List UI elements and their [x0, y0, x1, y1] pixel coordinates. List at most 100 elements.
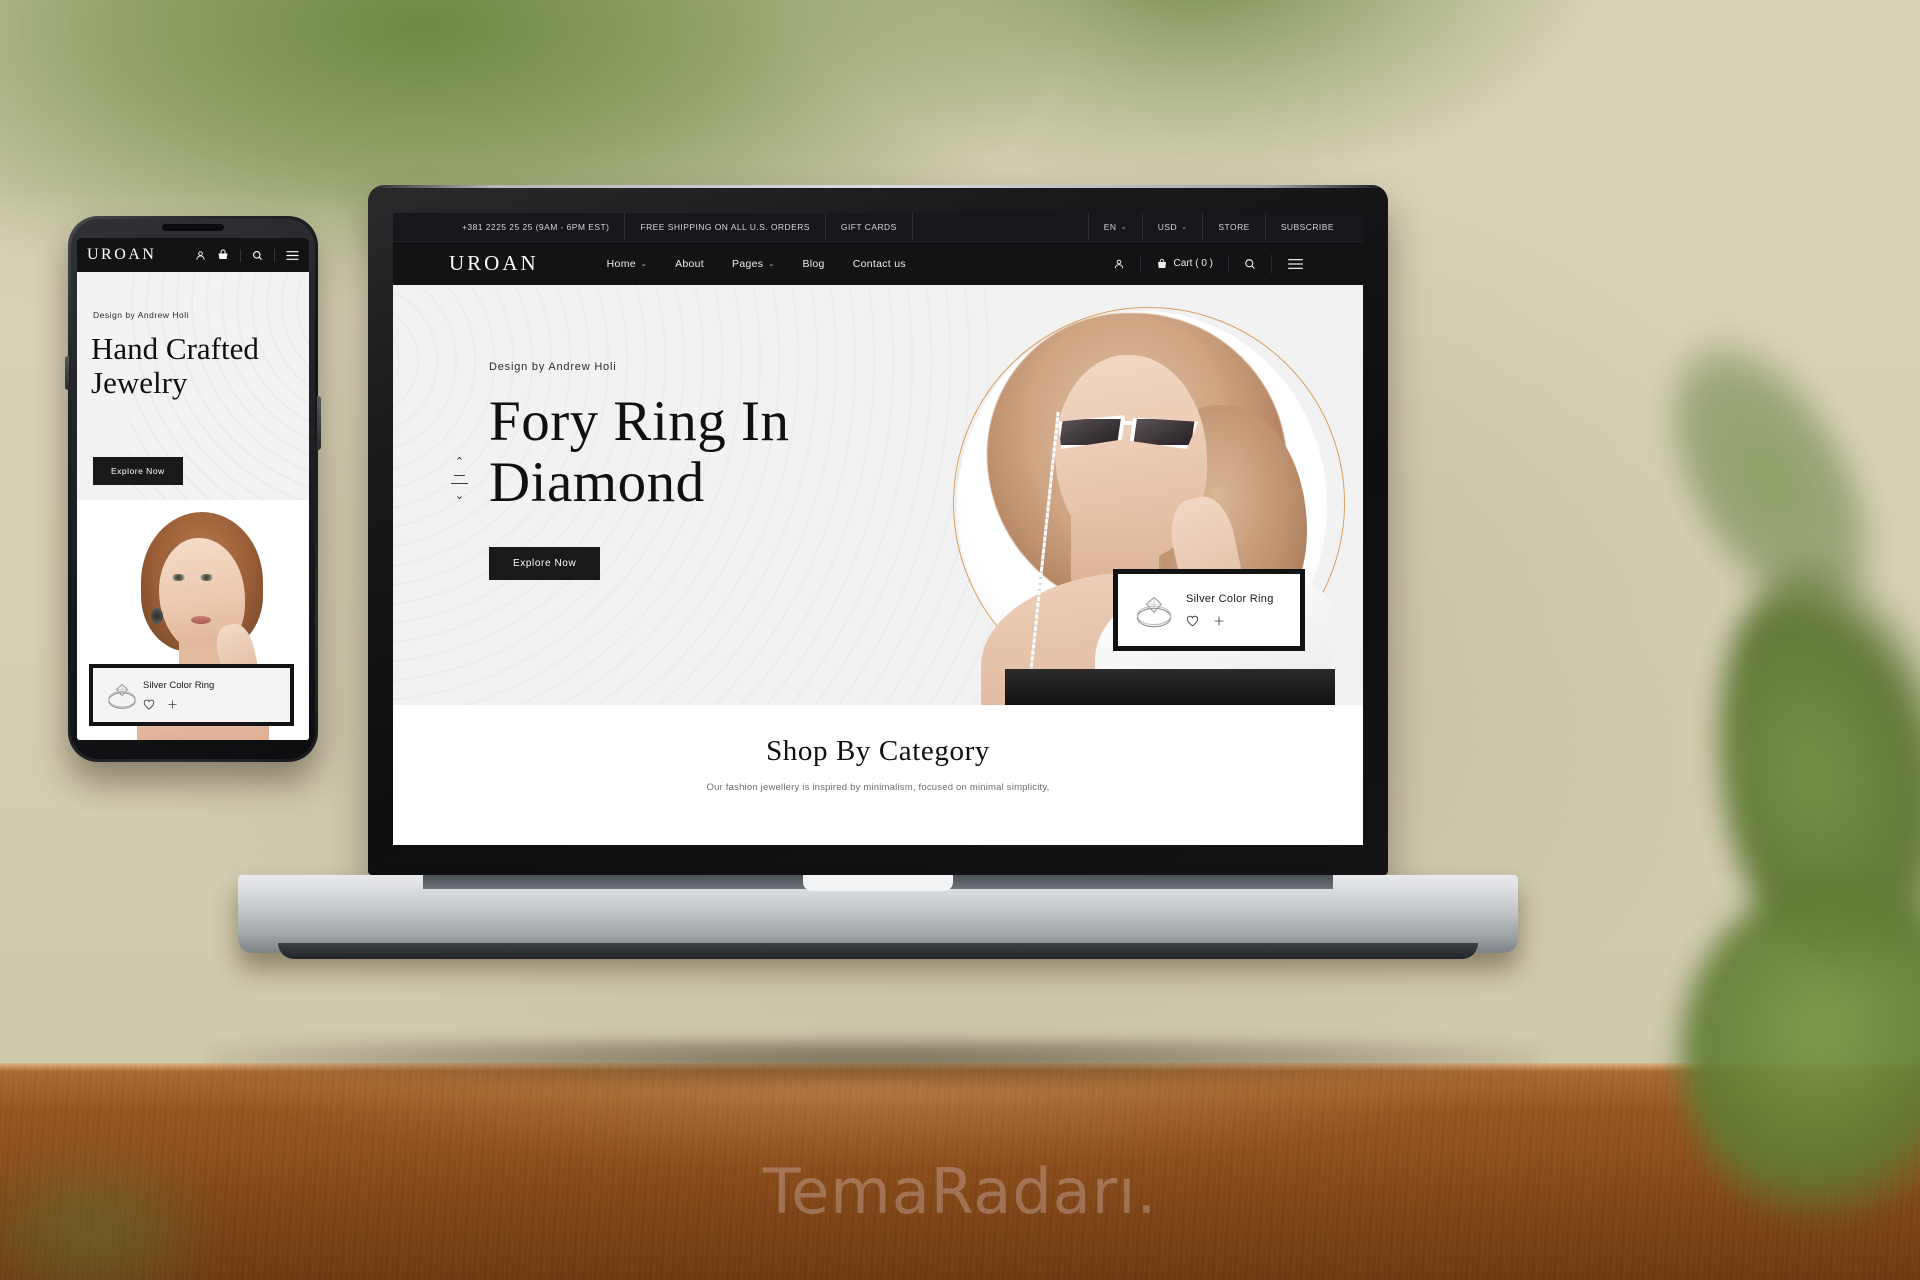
- nav-item-home[interactable]: Home ⌄: [607, 258, 647, 270]
- currency-selector[interactable]: USD ⌄: [1141, 213, 1203, 241]
- hero-kicker: Design by Andrew Holi: [489, 361, 617, 373]
- topbar-shipping[interactable]: FREE SHIPPING ON ALL U.S. ORDERS: [624, 213, 824, 241]
- user-icon[interactable]: [195, 250, 206, 261]
- chevron-down-icon: ⌄: [768, 260, 775, 268]
- phone-hero: Design by Andrew Holi Hand Crafted Jewel…: [77, 272, 309, 534]
- phone-product-info: Silver Color Ring: [143, 680, 214, 710]
- phone-power-button[interactable]: [317, 396, 321, 450]
- heart-icon[interactable]: [143, 699, 155, 710]
- product-name: Silver Color Ring: [1186, 593, 1274, 605]
- hero-content: Design by Andrew Holi Fory Ring In Diamo…: [489, 361, 790, 580]
- laptop-bottom-edge: [278, 943, 1478, 959]
- topbar-store-link[interactable]: STORE: [1202, 213, 1264, 241]
- diamond-ring-image: [101, 678, 143, 712]
- divider: [240, 248, 241, 262]
- phone-screen: UROAN Design by Andrew Holi Hand Crafted…: [77, 238, 309, 740]
- product-card[interactable]: Silver Color Ring: [1113, 569, 1305, 651]
- chevron-down-icon: ⌄: [1181, 224, 1188, 231]
- site-logo[interactable]: UROAN: [449, 251, 539, 276]
- laptop-front-notch: [803, 875, 953, 891]
- slider-indicator-2[interactable]: [451, 483, 468, 484]
- hero-image-area: Silver Color Ring: [893, 285, 1363, 705]
- plus-icon[interactable]: [167, 699, 178, 710]
- main-navigation: Home ⌄ About Pages ⌄ Blog Contact us: [607, 258, 906, 270]
- model-earring: [151, 608, 163, 624]
- section-subtitle: Our fashion jewellery is inspired by min…: [706, 782, 1050, 793]
- search-button[interactable]: [1228, 254, 1271, 273]
- phone-mockup: UROAN Design by Andrew Holi Hand Crafted…: [65, 216, 321, 762]
- laptop-base: [238, 875, 1518, 959]
- phone-volume-button[interactable]: [65, 356, 69, 390]
- topbar-gift-cards[interactable]: GIFT CARDS: [824, 213, 913, 241]
- phone-navbar: UROAN: [77, 238, 309, 272]
- phone-hero-title: Hand Crafted Jewelry: [91, 331, 259, 401]
- divider: [274, 248, 275, 262]
- language-label: EN: [1103, 222, 1117, 232]
- hero-section: ⌃ ⌄ Design by Andrew Holi Fory Ring In D…: [393, 285, 1363, 705]
- model-eye-right: [199, 574, 214, 581]
- language-selector[interactable]: EN ⌄: [1087, 213, 1142, 241]
- nav-item-about[interactable]: About: [675, 258, 704, 270]
- chevron-up-icon[interactable]: ⌃: [455, 457, 464, 468]
- hero-slider-controls: ⌃ ⌄: [451, 457, 468, 502]
- nav-item-blog[interactable]: Blog: [802, 258, 824, 270]
- topbar-left-group: +381 2225 25 25 (9AM - 6PM EST) FREE SHI…: [447, 213, 913, 241]
- chevron-down-icon: ⌄: [640, 260, 648, 268]
- website: +381 2225 25 25 (9AM - 6PM EST) FREE SHI…: [393, 213, 1363, 845]
- topbar-phone[interactable]: +381 2225 25 25 (9AM - 6PM EST): [447, 213, 624, 241]
- laptop-lid: +381 2225 25 25 (9AM - 6PM EST) FREE SHI…: [368, 185, 1388, 875]
- site-navbar: UROAN Home ⌄ About Pages ⌄ Blog Contact …: [393, 241, 1363, 285]
- phone-nav-icons: [195, 248, 299, 262]
- topbar-right-group: EN ⌄ USD ⌄ STORE SUBSCRIBE: [1087, 213, 1349, 241]
- heart-icon[interactable]: [1186, 615, 1199, 627]
- account-button[interactable]: [1098, 255, 1140, 273]
- phone-hero-title-line2: Jewelry: [91, 365, 188, 401]
- plus-icon[interactable]: [1213, 615, 1225, 627]
- slider-indicator-1[interactable]: [454, 475, 465, 476]
- hamburger-menu-icon: [1288, 258, 1303, 269]
- phone-hero-kicker: Design by Andrew Holi: [93, 310, 190, 320]
- nav-label: Blog: [802, 257, 825, 270]
- phone-product-actions: [143, 699, 214, 710]
- chevron-down-icon[interactable]: ⌄: [455, 491, 464, 502]
- menu-button[interactable]: [1271, 254, 1319, 273]
- laptop-screen: +381 2225 25 25 (9AM - 6PM EST) FREE SHI…: [393, 213, 1363, 845]
- hero-title: Fory Ring In Diamond: [489, 391, 790, 513]
- model-eye-left: [171, 574, 186, 581]
- shopping-bag-icon: [1157, 258, 1166, 268]
- model-black-garment: [1005, 669, 1335, 705]
- sunglasses-lens-left: [1055, 415, 1126, 449]
- hamburger-menu-icon[interactable]: [286, 250, 299, 261]
- diamond-ring-image: [1128, 587, 1180, 633]
- shopping-basket-icon[interactable]: [217, 249, 229, 261]
- nav-label: Contact us: [852, 257, 906, 270]
- hero-title-line1: Fory Ring In: [489, 390, 790, 453]
- phone-product-name: Silver Color Ring: [143, 680, 215, 691]
- phone-hero-title-line1: Hand Crafted: [91, 331, 259, 366]
- nav-item-contact-us[interactable]: Contact us: [853, 258, 906, 270]
- cart-button[interactable]: Cart ( 0 ): [1139, 254, 1228, 273]
- model-lips: [191, 616, 211, 624]
- phone-product-card[interactable]: Silver Color Ring: [89, 664, 294, 726]
- product-actions: [1186, 615, 1290, 627]
- explore-now-button[interactable]: Explore Now: [489, 546, 601, 580]
- search-icon: [1245, 258, 1255, 269]
- product-info: Silver Color Ring: [1180, 593, 1290, 627]
- model-sunglasses: [1057, 413, 1209, 453]
- laptop-mockup: +381 2225 25 25 (9AM - 6PM EST) FREE SHI…: [238, 185, 1518, 959]
- phone-explore-now-button[interactable]: Explore Now: [93, 457, 183, 485]
- phone-notch: [162, 224, 224, 231]
- lid-edge-highlight: [368, 185, 1388, 188]
- chevron-down-icon: ⌄: [1120, 224, 1127, 231]
- phone-logo[interactable]: UROAN: [87, 246, 156, 264]
- nav-label: Home: [606, 257, 636, 270]
- phone-hero-image-area: Silver Color Ring: [77, 500, 309, 740]
- nav-item-pages[interactable]: Pages ⌄: [732, 258, 774, 270]
- nav-label: About: [675, 257, 705, 270]
- sunglasses-lens-right: [1129, 415, 1200, 449]
- topbar-subscribe-link[interactable]: SUBSCRIBE: [1264, 213, 1349, 241]
- nav-label: Pages: [732, 257, 764, 270]
- site-topbar: +381 2225 25 25 (9AM - 6PM EST) FREE SHI…: [393, 213, 1363, 241]
- search-icon[interactable]: [252, 250, 263, 261]
- watermark-text: TemaRadarı.: [762, 1155, 1158, 1228]
